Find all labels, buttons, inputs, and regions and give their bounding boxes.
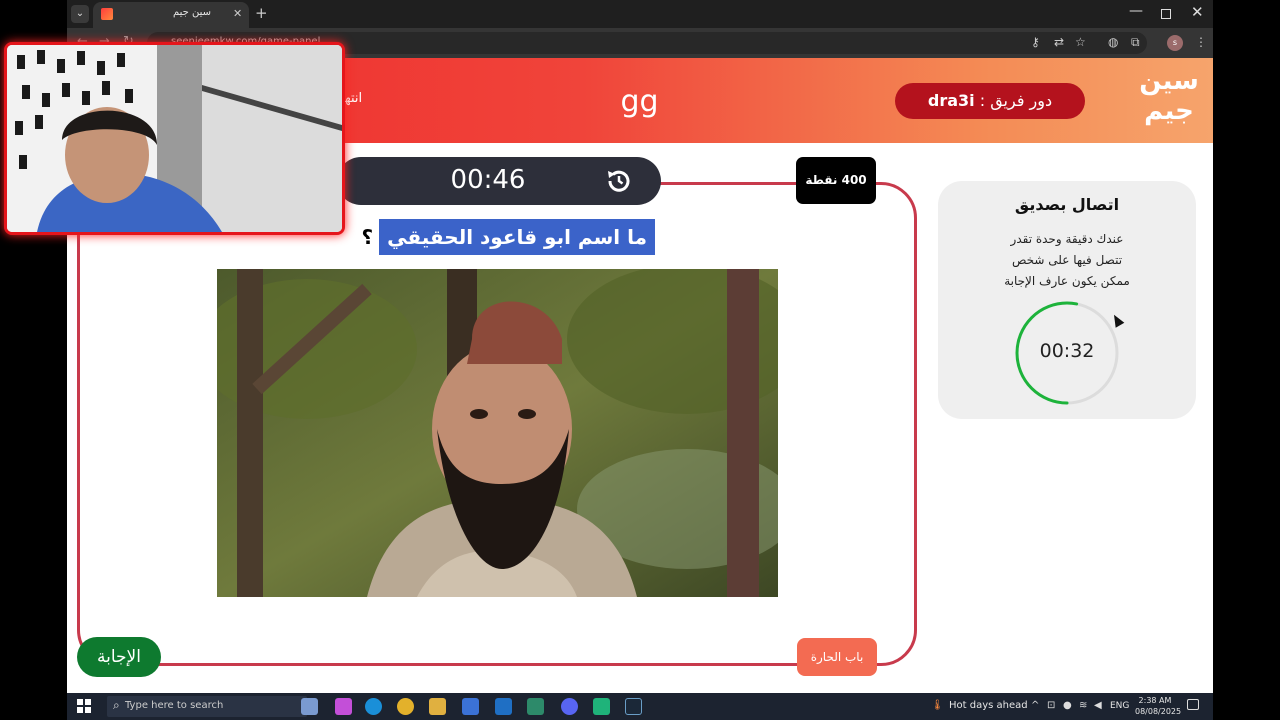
question-timer: 00:46 <box>450 165 526 195</box>
password-key-icon[interactable]: ⚷ <box>1031 35 1040 49</box>
game-name: gg <box>620 84 659 119</box>
maximize-icon[interactable] <box>1161 9 1171 19</box>
logo-line-1: سين <box>1139 66 1199 96</box>
lifeline-desc-line-2: تتصل فيها على شخص <box>1011 253 1123 267</box>
tab-close-icon[interactable]: ✕ <box>233 7 242 20</box>
game-app-icon[interactable] <box>593 698 610 715</box>
extensions-puzzle-icon[interactable]: ⧉ <box>1131 35 1140 50</box>
tab-strip: ⌄ سين جيم ✕ + — ✕ <box>67 0 1213 28</box>
menu-dots-icon[interactable]: ⋮ <box>1195 35 1207 49</box>
tray-wifi-icon[interactable]: ≋ <box>1079 700 1087 711</box>
notifications-icon[interactable] <box>1187 699 1199 710</box>
task-view-icon[interactable] <box>301 698 318 715</box>
tray-chevron-up-icon[interactable]: ^ <box>1031 700 1039 711</box>
bookmark-star-icon[interactable]: ☆ <box>1075 35 1086 49</box>
windows-start-icon[interactable] <box>77 699 91 713</box>
question-text: ما اسم ابو قاعود الحقيقي <box>379 219 655 255</box>
taskbar-weather[interactable]: Hot days ahead <box>949 700 1028 711</box>
question-line: ما اسم ابو قاعود الحقيقي؟ <box>345 219 655 265</box>
app-icon[interactable] <box>527 698 544 715</box>
webcam-overlay <box>4 42 345 235</box>
tray-volume-icon[interactable]: ◀ <box>1094 700 1102 711</box>
logo-line-2: جيم <box>1144 96 1194 126</box>
lifeline-desc-line-1: عندك دقيقة وحدة تقدر <box>1010 232 1124 246</box>
copilot-icon[interactable] <box>335 698 352 715</box>
taskbar-search-placeholder: Type here to search <box>125 700 224 711</box>
team-name: dra3i <box>927 91 975 110</box>
taskbar-date: 08/08/2025 <box>1135 707 1182 716</box>
store-icon[interactable] <box>462 698 479 715</box>
chrome-icon[interactable] <box>397 698 414 715</box>
reset-timer-icon[interactable] <box>605 167 633 195</box>
screen: ⌄ سين جيم ✕ + — ✕ ← → ↻ seenjeemkw.com/g… <box>0 0 1280 720</box>
team-turn-badge: دور فريق : dra3i <box>895 83 1085 119</box>
browser-tab[interactable]: سين جيم ✕ <box>93 2 249 28</box>
new-tab-icon[interactable]: + <box>255 4 268 22</box>
minimize-icon[interactable]: — <box>1129 3 1143 19</box>
steam-icon[interactable] <box>625 698 642 715</box>
question-timer-bar: 00:46 <box>337 157 661 205</box>
profile-avatar[interactable]: s <box>1167 35 1183 51</box>
answer-button[interactable]: الإجابة <box>77 637 161 677</box>
edge-icon[interactable] <box>365 698 382 715</box>
tray-microphone-icon[interactable]: ● <box>1063 700 1072 711</box>
translate-icon[interactable]: ⇄ <box>1054 35 1064 49</box>
discord-icon[interactable] <box>561 698 578 715</box>
tray-network-icon[interactable]: ⊡ <box>1047 700 1055 711</box>
lifeline-countdown: 00:32 <box>1012 298 1122 408</box>
taskbar-time: 2:38 AM <box>1138 696 1172 705</box>
site-favicon-icon <box>101 8 113 20</box>
taskbar-clock[interactable]: 2:38 AM 08/08/2025 <box>1135 695 1182 717</box>
taskbar-search-box[interactable]: ⌕ Type here to search <box>107 696 307 717</box>
question-mark: ؟ <box>361 225 374 249</box>
tab-search-icon[interactable]: ⌄ <box>71 5 89 23</box>
file-explorer-icon[interactable] <box>429 698 446 715</box>
weather-thermometer-icon[interactable]: 🌡 <box>931 700 944 711</box>
question-image <box>217 269 778 597</box>
extension-globe-icon[interactable]: ◍ <box>1108 35 1118 49</box>
windows-taskbar: ⌕ Type here to search 🌡 Hot days ahead ^… <box>67 693 1213 720</box>
lifeline-description: عندك دقيقة وحدة تقدر تتصل فيها على شخص م… <box>968 229 1166 292</box>
taskbar-search-icon: ⌕ <box>113 698 120 712</box>
taskbar-language[interactable]: ENG <box>1110 701 1129 711</box>
lifeline-desc-line-3: ممكن يكون عارف الإجابة <box>1004 274 1130 288</box>
lifeline-title: اتصال بصديق <box>1014 195 1120 214</box>
lifeline-timer: 00:32 <box>1039 340 1095 362</box>
points-badge: 400 نقطة <box>796 157 876 204</box>
window-close-icon[interactable]: ✕ <box>1191 3 1204 21</box>
outlook-icon[interactable] <box>495 698 512 715</box>
right-black-bar <box>1213 0 1280 720</box>
category-chip: باب الحارة <box>797 638 877 676</box>
call-friend-panel: اتصال بصديق عندك دقيقة وحدة تقدر تتصل في… <box>938 181 1196 419</box>
team-turn-label: دور فريق : <box>979 91 1053 110</box>
tab-title: سين جيم <box>173 7 212 18</box>
logo: سين جيم <box>1133 66 1205 138</box>
